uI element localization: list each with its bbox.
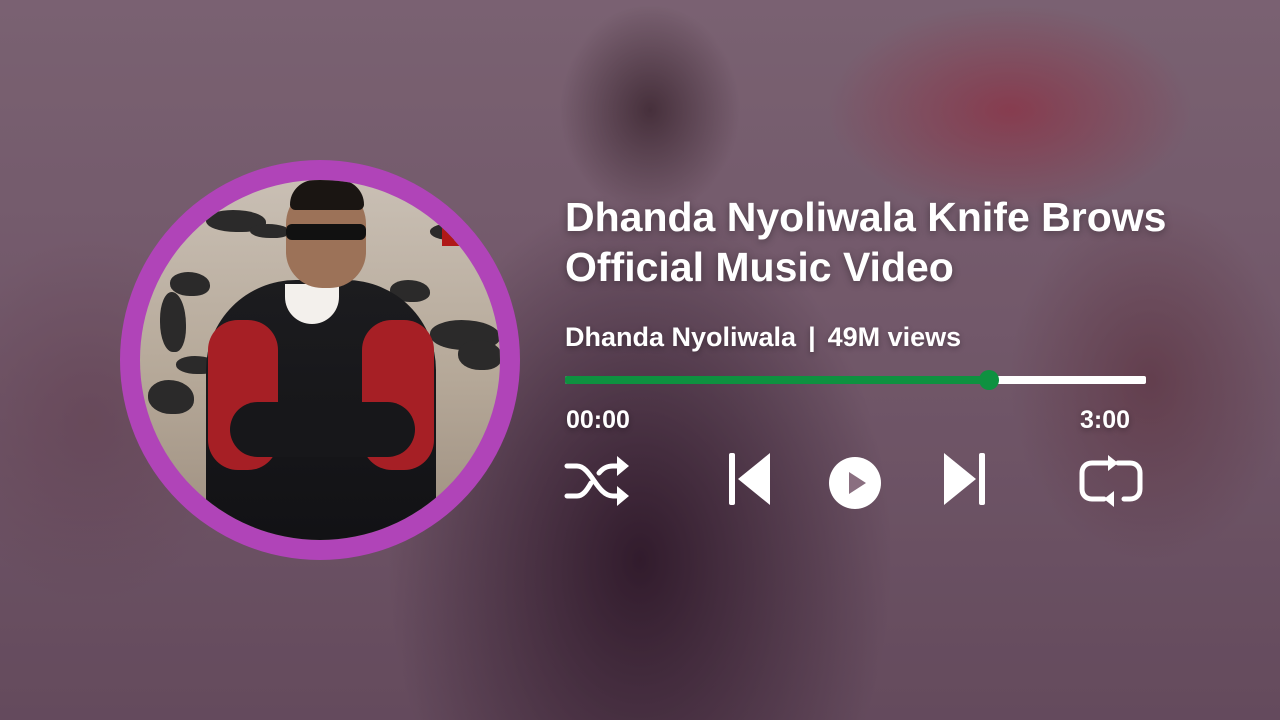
progress-knob[interactable] bbox=[979, 370, 1000, 390]
track-title-line-1: Dhanda Nyoliwala Knife Brows bbox=[565, 194, 1167, 240]
previous-button[interactable] bbox=[726, 451, 772, 507]
shuffle-button[interactable] bbox=[563, 452, 631, 510]
shuffle-icon bbox=[564, 456, 629, 506]
skip-previous-icon bbox=[729, 453, 770, 505]
track-title: Dhanda Nyoliwala Knife Brows Official Mu… bbox=[565, 192, 1265, 292]
skip-next-icon bbox=[944, 453, 985, 505]
artist-name[interactable]: Dhanda Nyoliwala bbox=[565, 322, 796, 352]
progress-fill bbox=[565, 376, 990, 384]
meta-separator: | bbox=[808, 322, 816, 352]
channel-badge bbox=[442, 212, 482, 246]
album-art bbox=[140, 180, 500, 540]
play-icon bbox=[829, 457, 881, 509]
track-meta: Dhanda Nyoliwala | 49M views bbox=[565, 322, 961, 353]
duration: 3:00 bbox=[1080, 406, 1131, 434]
album-art-ring bbox=[120, 160, 520, 560]
track-title-line-2: Official Music Video bbox=[565, 244, 954, 290]
view-count: 49M views bbox=[827, 322, 962, 352]
track-info: Dhanda Nyoliwala Knife Brows Official Mu… bbox=[565, 192, 1265, 352]
repeat-icon bbox=[1079, 455, 1143, 507]
repeat-button[interactable] bbox=[1078, 455, 1144, 509]
play-button[interactable] bbox=[828, 456, 882, 510]
progress-bar[interactable] bbox=[565, 370, 1146, 390]
next-button[interactable] bbox=[942, 451, 988, 507]
current-time: 00:00 bbox=[566, 406, 630, 434]
